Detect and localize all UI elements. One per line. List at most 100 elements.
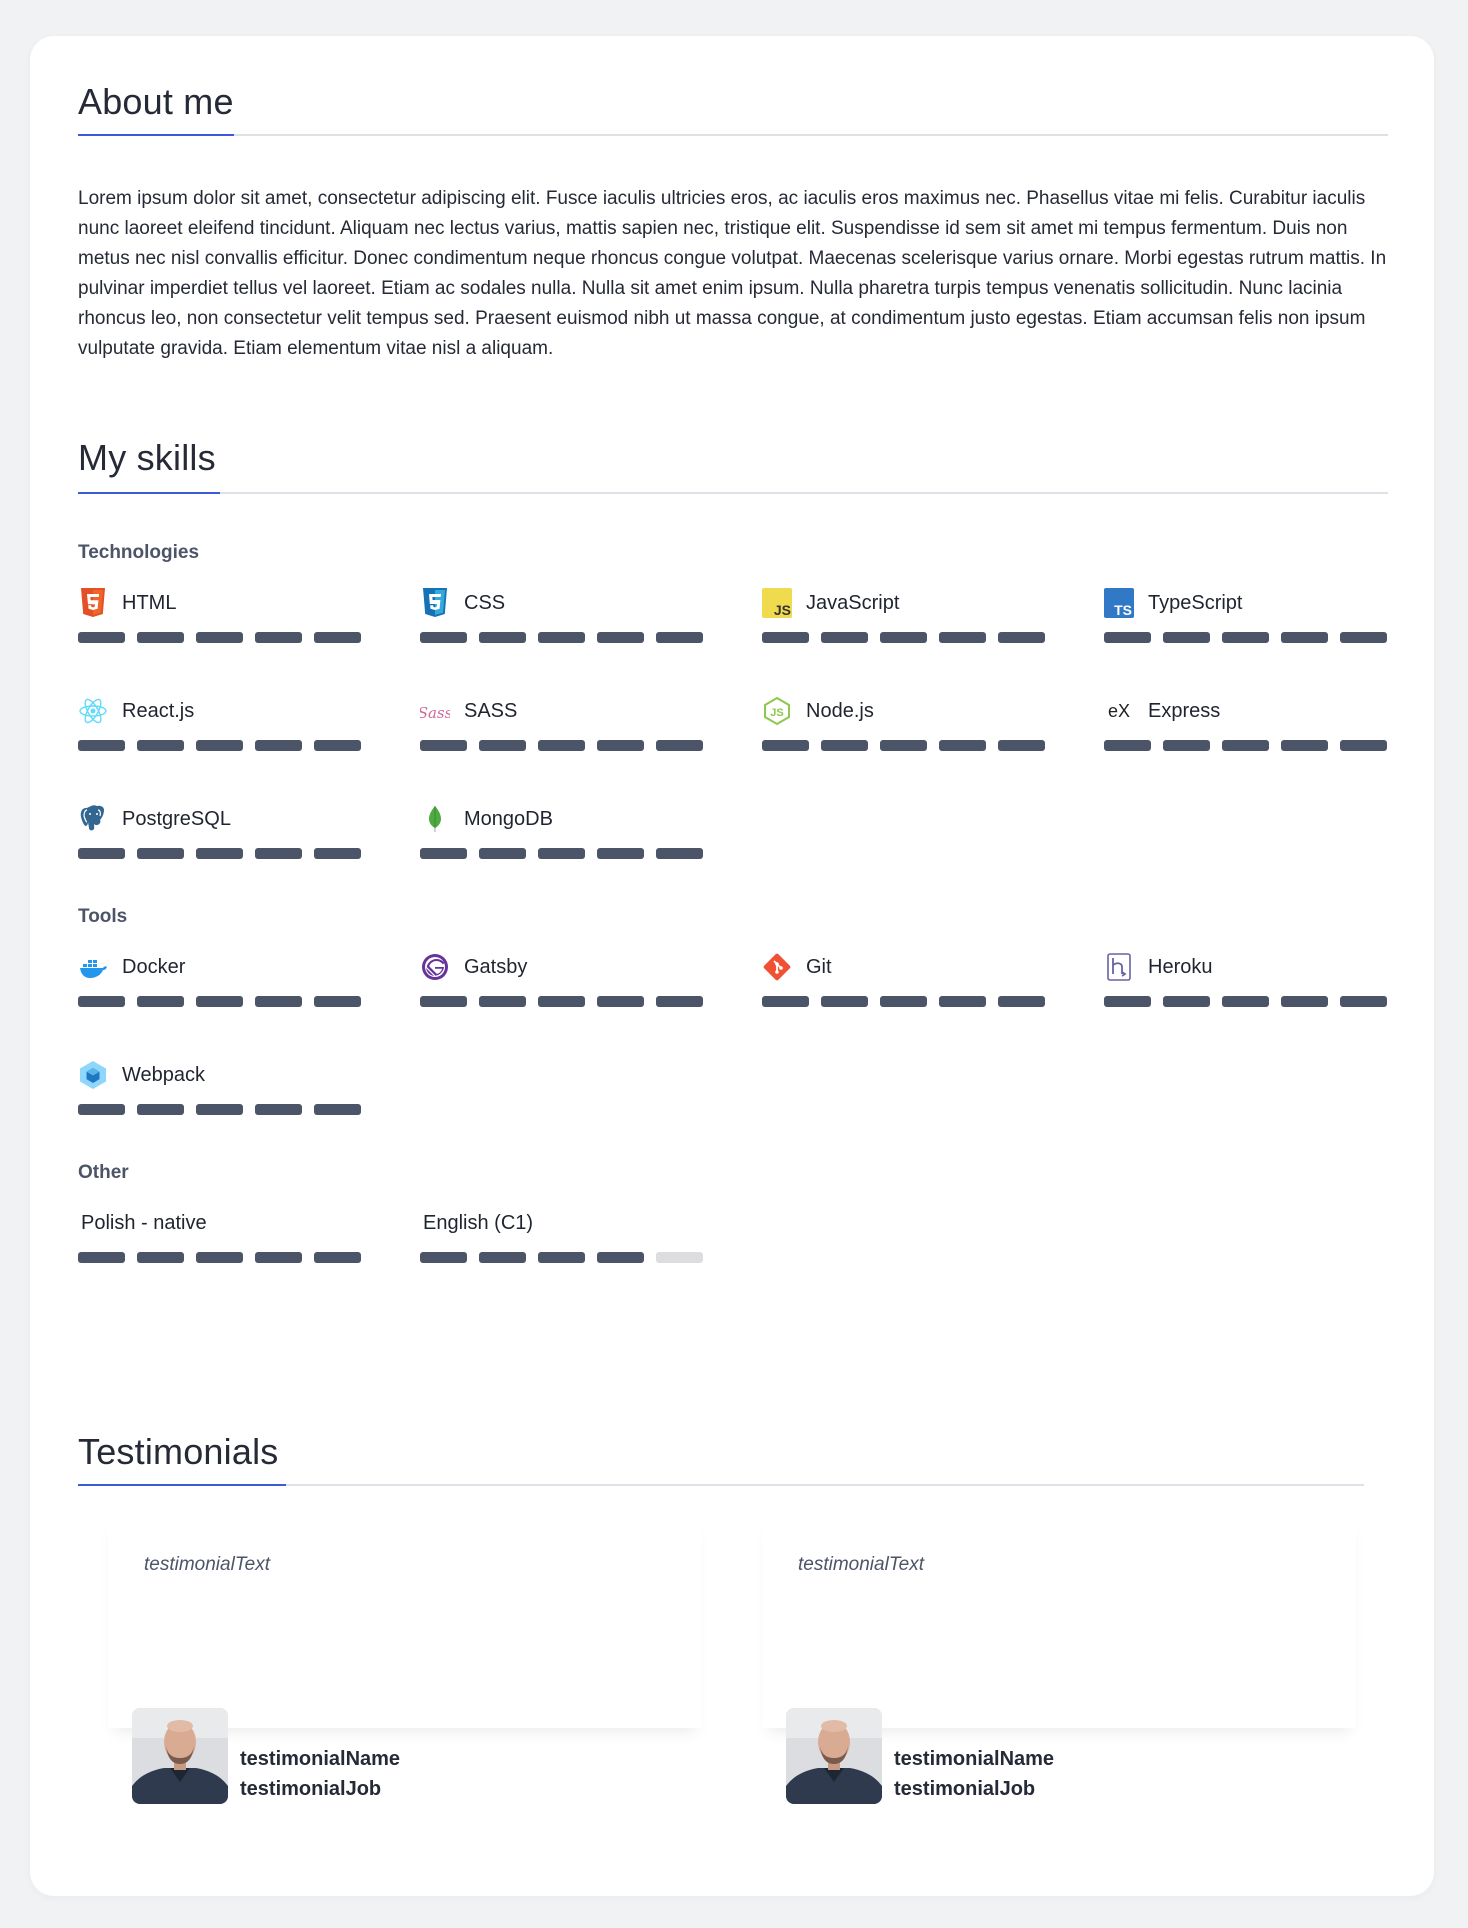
skill-name: Docker — [122, 955, 186, 978]
testimonials-section: Testimonials — [78, 1432, 1364, 1486]
level-segment-filled — [597, 1252, 644, 1263]
level-segment-filled — [255, 1104, 302, 1115]
level-segment-filled — [1281, 740, 1328, 751]
skill-name: TypeScript — [1148, 591, 1243, 614]
skills-header: My skills — [78, 438, 1388, 494]
level-segment-filled — [420, 740, 467, 751]
skill-header: PostgreSQL — [78, 804, 362, 834]
level-segment-filled — [1340, 632, 1387, 643]
skill-level-bar — [420, 996, 704, 1007]
testimonial-card: testimonialText testimonialName testimon… — [108, 1518, 702, 1812]
skill-name: HTML — [122, 591, 177, 614]
skill-item: Gatsby — [420, 952, 704, 1007]
svg-text:JS: JS — [770, 707, 783, 719]
level-segment-filled — [479, 1252, 526, 1263]
level-segment-filled — [78, 1104, 125, 1115]
level-segment-filled — [762, 740, 809, 751]
skill-level-bar — [78, 1104, 362, 1115]
skill-name: English (C1) — [423, 1211, 534, 1234]
about-divider — [78, 134, 1388, 136]
level-segment-filled — [762, 632, 809, 643]
testimonials-header: Testimonials — [78, 1432, 1364, 1486]
skill-name: Express — [1148, 699, 1221, 722]
skill-level-bar — [762, 632, 1046, 643]
level-segment-filled — [939, 632, 986, 643]
level-segment-filled — [1281, 996, 1328, 1007]
skill-header: Heroku — [1104, 952, 1388, 982]
skill-level-bar — [420, 1252, 704, 1263]
skill-name: Node.js — [806, 699, 874, 722]
skill-level-bar — [78, 740, 362, 751]
level-segment-filled — [538, 848, 585, 859]
skill-level-bar — [420, 848, 704, 859]
express-icon: eX — [1104, 696, 1134, 726]
level-segment-filled — [255, 632, 302, 643]
skill-item: TS TypeScript — [1104, 588, 1388, 643]
git-icon — [762, 952, 792, 982]
svg-text:eX: eX — [1108, 701, 1130, 721]
skill-item: JS JavaScript — [762, 588, 1046, 643]
skills-divider-accent — [78, 492, 220, 494]
level-segment-filled — [196, 1252, 243, 1263]
skill-group-label: Technologies — [78, 542, 200, 563]
level-segment-filled — [314, 996, 361, 1007]
skill-group-label: Tools — [78, 906, 128, 927]
level-segment-filled — [420, 632, 467, 643]
sass-icon: Sass — [420, 696, 450, 726]
skill-level-bar — [762, 740, 1046, 751]
level-segment-filled — [821, 632, 868, 643]
avatar — [132, 1708, 228, 1804]
level-segment-filled — [998, 996, 1045, 1007]
level-segment-filled — [196, 848, 243, 859]
skill-item: eX Express — [1104, 696, 1388, 751]
level-segment-filled — [1163, 632, 1210, 643]
level-segment-filled — [479, 848, 526, 859]
level-segment-filled — [1281, 632, 1328, 643]
nodejs-icon: JS — [762, 696, 792, 726]
docker-icon — [78, 952, 108, 982]
skill-name: CSS — [464, 591, 506, 614]
level-segment-filled — [78, 996, 125, 1007]
level-segment-filled — [314, 632, 361, 643]
skill-header: CSS — [420, 588, 704, 618]
testimonial-text: testimonialText — [144, 1554, 271, 1575]
about-divider-accent — [78, 134, 234, 136]
level-segment-filled — [137, 996, 184, 1007]
testimonial-card: testimonialText testimonialName testimon… — [762, 1518, 1356, 1812]
react-icon — [78, 696, 108, 726]
level-segment-filled — [1104, 740, 1151, 751]
level-segment-filled — [314, 1252, 361, 1263]
level-segment-filled — [656, 848, 703, 859]
level-segment-filled — [939, 740, 986, 751]
svg-text:TS: TS — [1114, 602, 1132, 618]
person-photo-icon — [786, 1708, 882, 1804]
skill-item: Webpack — [78, 1060, 362, 1115]
level-segment-filled — [196, 996, 243, 1007]
level-segment-filled — [78, 740, 125, 751]
skill-header: Polish - native — [78, 1208, 362, 1238]
skill-name: Gatsby — [464, 955, 528, 978]
skill-item: English (C1) — [420, 1208, 704, 1263]
level-segment-filled — [420, 996, 467, 1007]
skill-level-bar — [78, 996, 362, 1007]
level-segment-filled — [597, 632, 644, 643]
level-segment-filled — [538, 632, 585, 643]
level-segment-filled — [137, 740, 184, 751]
level-segment-filled — [479, 632, 526, 643]
level-segment-filled — [255, 996, 302, 1007]
testimonial-text: testimonialText — [798, 1554, 925, 1575]
skill-level-bar — [1104, 996, 1388, 1007]
skill-level-bar — [1104, 632, 1388, 643]
skill-name: Git — [806, 955, 832, 978]
level-segment-filled — [314, 848, 361, 859]
level-segment-filled — [1104, 632, 1151, 643]
about-section: About me Lorem ipsum dolor sit amet, con… — [78, 82, 1398, 364]
skill-header: Gatsby — [420, 952, 704, 982]
skill-item: React.js — [78, 696, 362, 751]
level-segment-filled — [78, 632, 125, 643]
level-segment-filled — [821, 740, 868, 751]
skill-group-label: Other — [78, 1162, 129, 1183]
level-segment-filled — [78, 848, 125, 859]
about-title: About me — [78, 81, 234, 122]
person-photo-icon — [132, 1708, 228, 1804]
